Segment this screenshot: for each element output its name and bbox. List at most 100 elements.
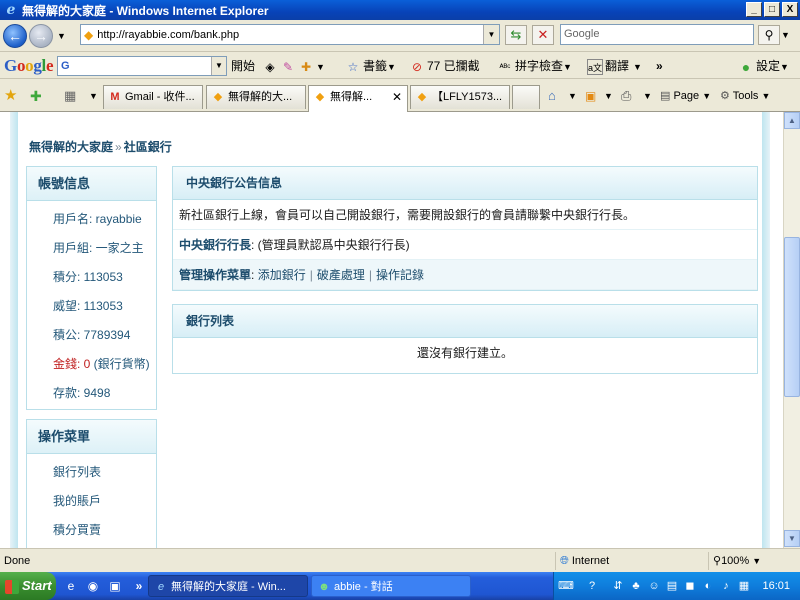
tab-family-active[interactable]: ◆ 無得解... ✕	[308, 85, 408, 112]
abc-check-icon: ᴬᴮᶜ	[499, 61, 511, 72]
scroll-thumb[interactable]	[784, 237, 800, 397]
print-icon[interactable]: ⎙	[621, 80, 631, 112]
close-tab-icon[interactable]: ✕	[392, 86, 402, 108]
taskbar: Start e ◉ ▣ » e 無得解的大家庭 - Win... ☻ abbie -…	[0, 572, 800, 600]
tab-lfly[interactable]: ◆ 【LFLY1573...	[410, 85, 510, 109]
google-search-dropdown-icon[interactable]: ▼	[211, 57, 226, 75]
taskbar-ie-window[interactable]: e 無得解的大家庭 - Win...	[148, 575, 308, 597]
google-settings-button[interactable]: ● 設定▼	[738, 53, 789, 79]
history-dropdown-icon[interactable]: ▼	[57, 31, 66, 41]
central-bank-notice-title: 中央銀行公告信息	[173, 167, 757, 200]
maximize-button[interactable]: □	[764, 2, 780, 17]
ie-icon: e	[157, 581, 165, 593]
account-deposit: 存款: 9498	[53, 386, 111, 400]
feeds-dropdown-icon[interactable]: ▼	[604, 80, 613, 112]
google-bookmarks-button[interactable]: ☆ 書籤▼	[345, 53, 396, 79]
page-menu-button[interactable]: ▤ Page ▼	[660, 80, 711, 112]
more-tools-button[interactable]: »	[656, 53, 663, 79]
bank-list-box: 銀行列表 還沒有銀行建立。	[172, 304, 758, 374]
tools-menu-button[interactable]: ⚙ Tools ▼	[720, 80, 770, 112]
sidewiki-icon[interactable]: ◈	[262, 59, 278, 75]
quicklaunch-ie-icon[interactable]: e	[62, 577, 80, 595]
address-dropdown-icon[interactable]: ▼	[483, 25, 499, 44]
search-options-dropdown-icon[interactable]: ▼	[781, 25, 790, 45]
home-icon[interactable]: ⌂	[548, 80, 556, 112]
tray-expand-icon[interactable]: ⇵	[610, 578, 626, 594]
tray-app-3-icon[interactable]: ▤	[664, 578, 680, 594]
zoom-control[interactable]: ⚲100% ▼	[708, 552, 800, 570]
google-toolbar-buttons[interactable]: ◈ ✎ ✚ ▼	[262, 53, 325, 79]
taskbar-chat-window[interactable]: ☻ abbie - 對話	[311, 575, 471, 597]
quick-tabs-icon[interactable]: ▦	[64, 80, 76, 112]
puzzle-icon[interactable]: ✚	[298, 59, 314, 75]
breadcrumb-separator: »	[115, 140, 122, 154]
bookmark-star-icon[interactable]: ✎	[280, 59, 296, 75]
tray-app-5-icon[interactable]: ◐	[700, 578, 716, 594]
menu-bank-list-link[interactable]: 銀行列表	[27, 458, 156, 487]
keyboard-icon[interactable]: ⌨	[558, 578, 574, 594]
google-search-input[interactable]: G ▼	[57, 56, 227, 76]
site-favicon-icon: ◆	[213, 91, 223, 103]
forward-button[interactable]: →	[29, 23, 53, 48]
stop-icon: ✕	[537, 27, 549, 42]
page-left-border	[10, 112, 18, 548]
spellcheck-button[interactable]: ᴬᴮᶜ 拼字檢查▼	[497, 53, 572, 79]
home-dropdown-icon[interactable]: ▼	[568, 80, 577, 112]
popup-blocker-button[interactable]: ⊘ 77 已攔截	[409, 53, 480, 79]
refresh-button[interactable]: ⇆	[505, 25, 527, 45]
close-window-button[interactable]: X	[782, 2, 798, 17]
bankruptcy-link[interactable]: 破產處理	[317, 268, 365, 282]
start-button[interactable]: Start	[0, 572, 56, 600]
page-icon: ▤	[660, 90, 671, 102]
google-start-button[interactable]: 開始	[231, 53, 255, 79]
search-button[interactable]: ⚲	[758, 25, 780, 45]
central-bank-notice-box: 中央銀行公告信息 新社區銀行上線，會員可以自己開設銀行，需要開設銀行的會員請聯繫…	[172, 166, 758, 291]
operation-log-link[interactable]: 操作記錄	[376, 268, 424, 282]
stop-button[interactable]: ✕	[532, 25, 554, 45]
print-dropdown-icon[interactable]: ▼	[643, 80, 652, 112]
rss-feeds-icon[interactable]: ▣	[585, 80, 596, 112]
translate-button[interactable]: a文 翻譯 ▼	[587, 53, 642, 79]
address-bar[interactable]: ◆ http://rayabbie.com/bank.php ▼	[80, 24, 500, 45]
tray-app-2-icon[interactable]: ☺	[646, 578, 662, 594]
quicklaunch-desktop-icon[interactable]: ▣	[106, 577, 124, 595]
scroll-down-icon[interactable]: ▼	[784, 530, 800, 547]
operations-menu-box: 操作菜單 銀行列表 我的賬戶 積分買賣	[26, 419, 157, 548]
tray-app-4-icon[interactable]: ◼	[682, 578, 698, 594]
search-input[interactable]: Google	[560, 24, 754, 45]
network-icon[interactable]: ▦	[736, 578, 752, 594]
tab-family-1[interactable]: ◆ 無得解的大...	[206, 85, 306, 109]
volume-icon[interactable]: ♪	[718, 578, 734, 594]
tab-list-dropdown-icon[interactable]: ▼	[89, 80, 98, 112]
site-favicon-icon: ◆	[417, 91, 427, 103]
favorites-star-icon[interactable]: ★	[4, 80, 17, 112]
google-logo: Google	[4, 55, 54, 75]
menu-points-trade-link[interactable]: 積分買賣	[27, 516, 156, 545]
popup-blocked-icon: ⊘	[411, 59, 423, 74]
zoom-icon: ⚲	[713, 555, 722, 567]
window-title: 無得解的大家庭 - Windows Internet Explorer	[22, 3, 269, 18]
tray-app-1-icon[interactable]: ♣	[628, 578, 644, 594]
quicklaunch-media-icon[interactable]: ◉	[84, 577, 102, 595]
menu-my-account-link[interactable]: 我的賬戶	[27, 487, 156, 516]
help-icon[interactable]: ?	[584, 578, 600, 594]
add-bank-link[interactable]: 添加銀行	[258, 268, 306, 282]
add-favorites-icon[interactable]: ✚	[30, 80, 42, 112]
tab-gmail[interactable]: M Gmail - 收件...	[103, 85, 203, 109]
status-bar: Done 🌐︎ Internet ⚲100% ▼	[0, 548, 800, 572]
back-button[interactable]: ←	[3, 23, 27, 48]
notice-message: 新社區銀行上線，會員可以自己開設銀行，需要開設銀行的會員請聯繫中央銀行行長。	[173, 200, 757, 230]
new-tab-button[interactable]	[512, 85, 540, 109]
status-text: Done	[4, 555, 31, 567]
operations-menu-title: 操作菜單	[27, 420, 156, 454]
minimize-button[interactable]: _	[746, 2, 762, 17]
window-title-bar: e 無得解的大家庭 - Windows Internet Explorer _ …	[0, 0, 800, 20]
quicklaunch-more-icon[interactable]: »	[130, 577, 148, 595]
green-dot-icon: ●	[741, 58, 751, 75]
breadcrumb-home-link[interactable]: 無得解的大家庭	[29, 140, 113, 154]
vertical-scrollbar[interactable]: ▲ ▼	[783, 112, 800, 548]
breadcrumb: 無得解的大家庭» 社區銀行	[29, 138, 172, 155]
refresh-icon: ⇆	[510, 27, 522, 42]
page-content: 無得解的大家庭» 社區銀行 帳號信息 用戶名: rayabbie 用戶組: 一家之…	[0, 112, 783, 548]
scroll-up-icon[interactable]: ▲	[784, 112, 800, 129]
